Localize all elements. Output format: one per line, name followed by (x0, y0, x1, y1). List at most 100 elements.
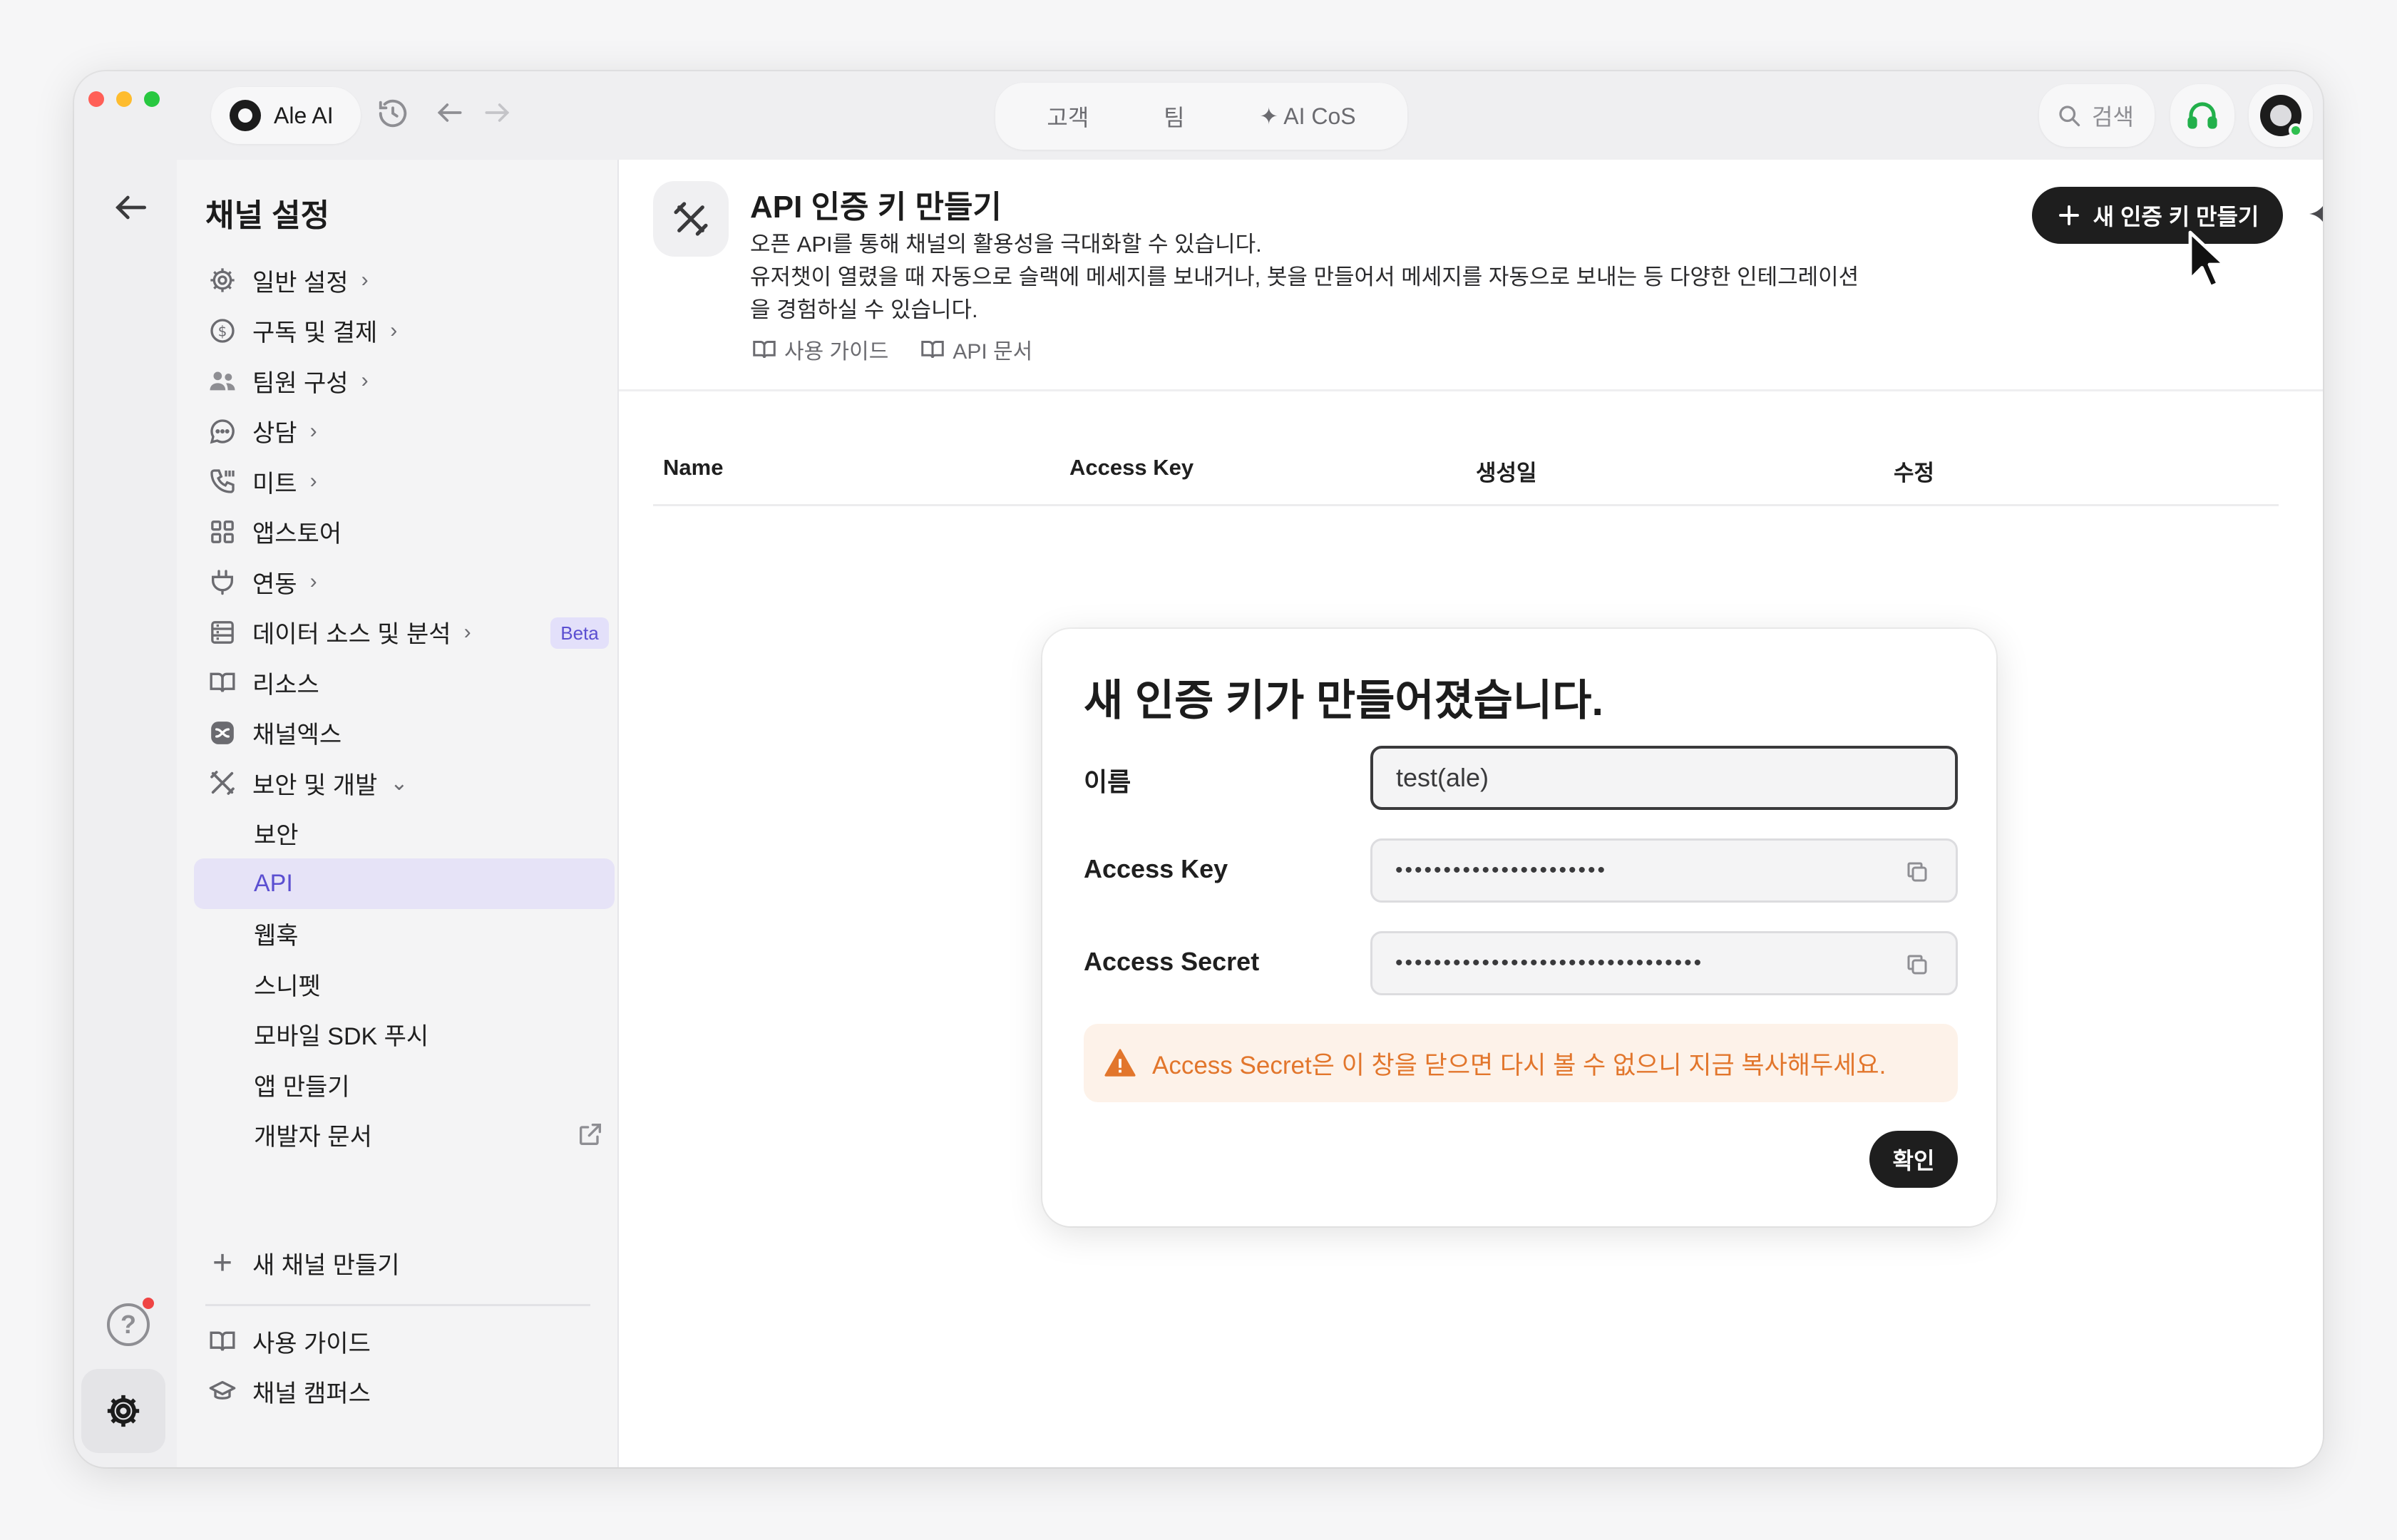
sidebar-item-members[interactable]: 팀원 구성 › (194, 356, 615, 406)
close-window-button[interactable] (88, 91, 104, 107)
name-field[interactable]: test(ale) (1370, 746, 1958, 810)
sidebar-title: 채널 설정 (205, 198, 330, 233)
page-description: 오픈 API를 통해 채널의 활용성을 극대화할 수 있습니다. 유저챗이 열렸… (750, 232, 1859, 322)
database-icon (207, 617, 238, 648)
key-created-modal: 새 인증 키가 만들어졌습니다. 이름 test(ale) Access Key… (1042, 629, 1996, 1226)
sidebar-item-user-guide[interactable]: 사용 가이드 (194, 1316, 615, 1367)
user-guide-link[interactable]: 사용 가이드 (751, 334, 888, 365)
support-button[interactable] (2170, 84, 2234, 147)
tab-ai-cos[interactable]: ✦ AI CoS (1259, 103, 1355, 130)
top-tabs: 고객 팀 ✦ AI CoS (995, 83, 1407, 150)
minimize-window-button[interactable] (116, 91, 132, 107)
forward-arrow-icon[interactable] (481, 97, 513, 130)
api-docs-link[interactable]: API 문서 (920, 334, 1032, 365)
beta-badge: Beta (550, 617, 609, 649)
arrow-left-icon (116, 195, 147, 220)
copy-icon[interactable] (1904, 952, 1930, 977)
zoom-window-button[interactable] (144, 91, 160, 107)
page-title: API 인증 키 만들기 (750, 190, 1002, 225)
history-icon[interactable] (376, 97, 409, 130)
tab-customers[interactable]: 고객 (1047, 100, 1089, 133)
settings-sidebar: 채널 설정 일반 설정 › $ 구독 및 결제 › 팀원 구성 › 상담 › 미… (177, 160, 619, 1467)
search-icon (2059, 106, 2080, 127)
column-edit: 수정 (1894, 461, 1935, 486)
plug-icon (207, 566, 238, 597)
access-key-label: Access Key (1084, 854, 1228, 883)
sidebar-bottom-links: 사용 가이드 채널 캠퍼스 (194, 1316, 615, 1417)
sidebar-item-channelx[interactable]: 채널엑스 (194, 708, 615, 759)
notification-dot (143, 1298, 154, 1309)
sidebar-item-snippet[interactable]: 스니펫 (194, 959, 615, 1010)
sidebar-item-webhook[interactable]: 웹훅 (194, 909, 615, 960)
sidebar-item-general[interactable]: 일반 설정 › (194, 255, 615, 306)
sidebar-item-developer-docs[interactable]: 개발자 문서 (194, 1110, 615, 1161)
channelx-icon (207, 717, 238, 749)
grid-icon (207, 516, 238, 548)
sidebar-item-security[interactable]: 보안 (194, 808, 615, 859)
column-created-at: 생성일 (1476, 461, 1537, 486)
workspace-switcher[interactable]: Ale AI (211, 87, 361, 144)
book-icon (921, 341, 945, 359)
app-window: Ale AI 고객 팀 ✦ AI CoS 검색 ? 채널 설정 일반 설정 › … (74, 71, 2323, 1467)
warning-triangle-icon (1104, 1049, 1136, 1077)
plus-icon: + (212, 1244, 233, 1282)
search-label: 검색 (2092, 104, 2134, 130)
sidebar-item-api[interactable]: API (194, 858, 615, 909)
access-secret-label: Access Secret (1084, 947, 1260, 976)
book-icon (207, 1325, 238, 1357)
chevron-right-icon: › (390, 318, 398, 342)
tab-team[interactable]: 팀 (1164, 100, 1184, 133)
sidebar-item-consult[interactable]: 상담 › (194, 406, 615, 457)
name-label: 이름 (1084, 767, 1131, 796)
sidebar-item-resources[interactable]: 리소스 (194, 657, 615, 708)
gear-icon (107, 1395, 140, 1427)
chevron-right-icon: › (463, 620, 471, 644)
chat-bubble-icon (207, 416, 238, 447)
help-icon[interactable]: ? (107, 1303, 150, 1346)
api-keys-table-header: Name Access Key 생성일 수정 (653, 442, 2279, 506)
sparkle-icon[interactable] (2306, 192, 2323, 235)
settings-button[interactable] (81, 1369, 165, 1453)
sidebar-item-appstore[interactable]: 앱스토어 (194, 507, 615, 558)
new-api-key-button[interactable]: 새 인증 키 만들기 (2032, 187, 2283, 244)
sidebar-item-data-sources[interactable]: 데이터 소스 및 분석 › Beta (194, 607, 615, 658)
book-icon (207, 667, 238, 698)
confirm-button[interactable]: 확인 (1869, 1131, 1958, 1188)
new-channel-button[interactable]: + 새 채널 만들기 (207, 1243, 400, 1283)
search-button[interactable]: 검색 (2039, 84, 2155, 147)
external-link-icon (576, 1120, 605, 1149)
users-icon (207, 365, 238, 396)
sidebar-item-make-app[interactable]: 앱 만들기 (194, 1059, 615, 1110)
chevron-down-icon: ⌄ (390, 771, 409, 795)
sidebar-divider (205, 1304, 590, 1306)
chevron-right-icon: › (309, 570, 317, 594)
graduation-cap-icon (207, 1376, 238, 1407)
access-key-field[interactable]: •••••••••••••••••••••• (1370, 838, 1958, 903)
settings-menu: 일반 설정 › $ 구독 및 결제 › 팀원 구성 › 상담 › 미트 › 앱스… (194, 255, 615, 1160)
avatar (2260, 95, 2303, 138)
copy-icon[interactable] (1904, 859, 1930, 885)
sidebar-item-integration[interactable]: 연동 › (194, 557, 615, 607)
workspace-name: Ale AI (274, 102, 334, 128)
profile-button[interactable] (2249, 84, 2313, 147)
access-secret-field[interactable]: •••••••••••••••••••••••••••••••• (1370, 931, 1958, 995)
header-divider (619, 389, 2323, 391)
book-icon (753, 341, 776, 359)
sidebar-item-mobile-sdk-push[interactable]: 모바일 SDK 푸시 (194, 1010, 615, 1060)
online-status-dot (2289, 123, 2303, 138)
chevron-right-icon: › (309, 469, 317, 493)
phone-icon (207, 466, 238, 497)
tools-icon (653, 181, 729, 257)
chevron-right-icon: › (361, 268, 369, 292)
back-arrow-icon[interactable] (433, 97, 466, 130)
modal-title: 새 인증 키가 만들어졌습니다. (1084, 677, 1604, 724)
brand-logo-icon (230, 100, 261, 131)
column-name: Name (663, 455, 724, 480)
sidebar-item-channel-campus[interactable]: 채널 캠퍼스 (194, 1367, 615, 1417)
sidebar-item-security-dev[interactable]: 보안 및 개발 ⌄ (194, 758, 615, 808)
plus-icon (2058, 205, 2079, 225)
sidebar-item-billing[interactable]: $ 구독 및 결제 › (194, 306, 615, 356)
sidebar-item-meet[interactable]: 미트 › (194, 456, 615, 507)
headset-icon (2187, 102, 2217, 129)
back-button[interactable] (103, 185, 160, 242)
